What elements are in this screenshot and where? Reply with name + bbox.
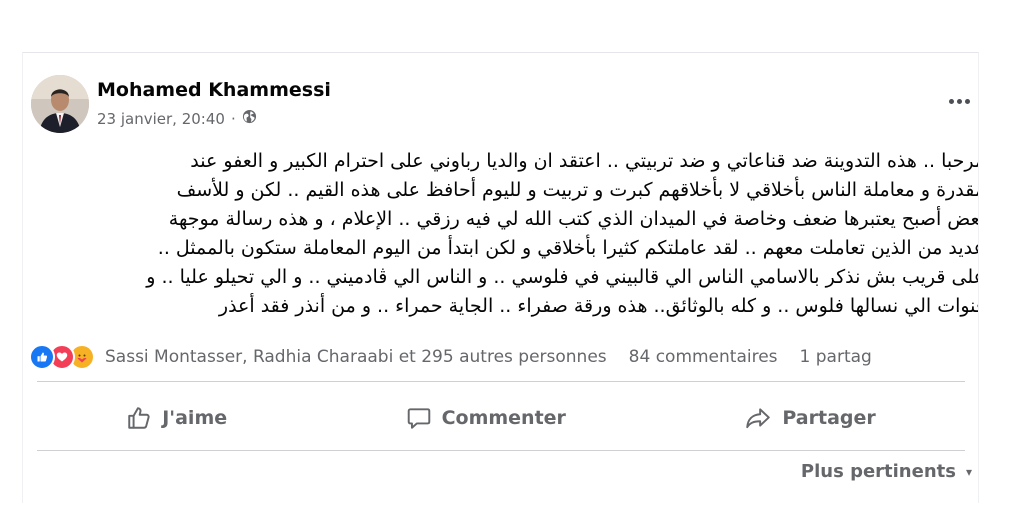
- more-options-icon[interactable]: [944, 89, 974, 113]
- post-text: مرحبا .. هذه التدوينة ضد قناعاتي و ضد تر…: [27, 147, 979, 321]
- like-label: J'aime: [162, 407, 228, 429]
- post-line: على قريب بش نذكر بالاسامي الناس الي قالب…: [146, 266, 979, 288]
- comment-count[interactable]: 84 commentaires: [629, 347, 778, 367]
- divider: [37, 450, 965, 451]
- reactions-bar: Sassi Montasser, Radhia Charaabi et 295 …: [29, 342, 978, 372]
- divider: [37, 381, 965, 382]
- share-button[interactable]: Partager: [728, 399, 891, 437]
- share-icon: [746, 408, 771, 429]
- share-label: Partager: [782, 407, 876, 429]
- reacted-names[interactable]: Sassi Montasser, Radhia Charaabi et 295 …: [105, 347, 607, 367]
- globe-icon[interactable]: [242, 109, 257, 128]
- post-header: Mohamed Khammessi 23 janvier, 20:40 ·: [23, 53, 978, 143]
- meta-separator: ·: [230, 109, 236, 128]
- share-count[interactable]: 1 partag: [800, 347, 872, 367]
- post-line: عديد من الذين تعاملت معهم .. لقد عاملتكم…: [157, 237, 979, 259]
- like-reaction-icon[interactable]: [29, 344, 55, 370]
- thumbs-up-icon: [128, 407, 150, 429]
- comment-icon: [407, 408, 430, 429]
- post-line: مرحبا .. هذه التدوينة ضد قناعاتي و ضد تر…: [190, 150, 979, 172]
- action-bar: J'aime Commenter Partager: [37, 390, 965, 446]
- avatar[interactable]: [31, 75, 89, 133]
- post-line: قنوات الي نسالها فلوس .. و كله بالوثائق.…: [218, 295, 979, 317]
- comment-button[interactable]: Commenter: [390, 399, 582, 437]
- comment-sort-dropdown[interactable]: Plus pertinents ▾: [801, 461, 972, 482]
- sort-label: Plus pertinents: [800, 461, 956, 482]
- author-name[interactable]: Mohamed Khammessi: [97, 79, 331, 101]
- post-card: Mohamed Khammessi 23 janvier, 20:40 · مر…: [22, 52, 979, 503]
- post-date[interactable]: 23 janvier, 20:40: [97, 110, 225, 128]
- post-line: مقدرة و معاملة الناس بأخلاقي لا بأخلاقهم…: [176, 179, 979, 201]
- post-line: بعض أصبح يعتبرها ضعف وخاصة في الميدان ال…: [168, 208, 979, 230]
- post-meta: 23 janvier, 20:40 ·: [97, 109, 257, 128]
- like-button[interactable]: J'aime: [110, 399, 243, 437]
- avatar-photo: [31, 75, 89, 133]
- comment-label: Commenter: [441, 407, 566, 429]
- chevron-down-icon: ▾: [965, 464, 972, 479]
